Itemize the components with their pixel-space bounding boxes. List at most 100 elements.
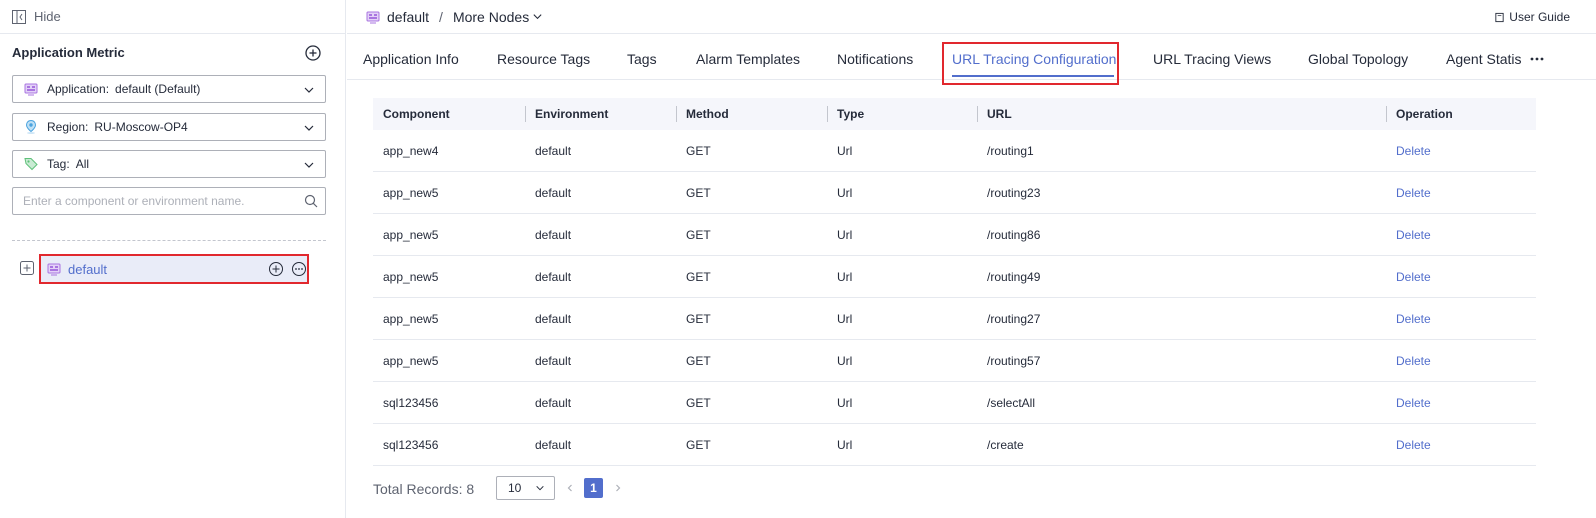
tab-application-info[interactable]: Application Info <box>363 51 459 67</box>
chevron-right-icon[interactable] <box>613 483 623 493</box>
region-select-key: Region: <box>47 120 89 134</box>
hide-label: Hide <box>34 9 61 24</box>
cell-environment: default <box>535 311 572 326</box>
expand-plus-icon[interactable] <box>20 261 34 275</box>
delete-button[interactable]: Delete <box>1396 214 1431 255</box>
cell-environment: default <box>535 185 572 200</box>
cell-url: /routing1 <box>987 143 1034 158</box>
header-component: Component <box>383 107 450 121</box>
region-select[interactable]: Region: RU-Moscow-OP4 <box>12 113 326 141</box>
sidebar-title: Application Metric <box>12 45 125 60</box>
cell-type: Url <box>837 269 853 284</box>
user-guide-label: User Guide <box>1509 10 1570 24</box>
cell-component: app_new5 <box>383 311 439 326</box>
cell-url: /routing49 <box>987 269 1041 284</box>
tab-agent-statistics[interactable]: Agent Statis <box>1446 51 1522 67</box>
tree-node-default[interactable]: default <box>39 254 309 284</box>
total-records: Total Records: 8 <box>373 481 475 497</box>
chevron-down-icon <box>304 125 314 131</box>
tab-alarm-templates[interactable]: Alarm Templates <box>696 51 800 67</box>
tab-url-tracing-views[interactable]: URL Tracing Views <box>1153 51 1271 67</box>
hide-sidebar-button[interactable]: Hide <box>0 0 346 34</box>
region-select-value: RU-Moscow-OP4 <box>94 120 188 134</box>
cell-method: GET <box>686 353 711 368</box>
more-circle-icon[interactable] <box>291 261 307 277</box>
tag-select-key: Tag: <box>47 157 70 171</box>
application-select-value: default (Default) <box>115 82 201 96</box>
more-horizontal-icon[interactable] <box>1529 55 1545 63</box>
application-icon <box>47 263 61 276</box>
sidebar: Hide Application Metric Application: defa… <box>0 0 346 518</box>
page-size-select[interactable]: 10 <box>496 476 555 500</box>
cell-environment: default <box>535 269 572 284</box>
delete-button[interactable]: Delete <box>1396 130 1431 171</box>
cell-url: /selectAll <box>987 395 1036 410</box>
cell-url: /routing27 <box>987 311 1041 326</box>
cell-url: /routing86 <box>987 227 1041 242</box>
chevron-down-icon <box>536 485 544 491</box>
cell-method: GET <box>686 395 711 410</box>
table-row: app_new5 default GET Url /routing57 Dele… <box>373 340 1536 382</box>
breadcrumb-current: More Nodes <box>452 8 530 25</box>
cell-method: GET <box>686 227 711 242</box>
cell-url: /routing57 <box>987 353 1041 368</box>
tab-resource-tags[interactable]: Resource Tags <box>497 51 590 67</box>
page-size-value: 10 <box>508 481 522 495</box>
table-row: app_new5 default GET Url /routing49 Dele… <box>373 256 1536 298</box>
application-select[interactable]: Application: default (Default) <box>12 75 326 103</box>
breadcrumb-current-dropdown[interactable]: More Nodes <box>453 9 543 25</box>
delete-button[interactable]: Delete <box>1396 340 1431 381</box>
cell-environment: default <box>535 227 572 242</box>
cell-method: GET <box>686 185 711 200</box>
book-icon <box>1495 12 1504 22</box>
tab-global-topology[interactable]: Global Topology <box>1308 51 1408 67</box>
cell-environment: default <box>535 395 572 410</box>
breadcrumb-separator: / <box>439 8 443 25</box>
header-environment: Environment <box>524 98 608 130</box>
chevron-down-icon <box>304 162 314 168</box>
cell-type: Url <box>837 143 853 158</box>
application-select-key: Application: <box>47 82 110 96</box>
user-guide-link[interactable]: User Guide <box>1494 10 1570 24</box>
delete-button[interactable]: Delete <box>1396 172 1431 213</box>
plus-circle-icon[interactable] <box>268 261 284 277</box>
cell-type: Url <box>837 395 853 410</box>
tree-node-label: default <box>68 261 108 277</box>
tag-icon <box>24 158 38 171</box>
header-operation: Operation <box>1386 98 1453 130</box>
delete-button[interactable]: Delete <box>1396 382 1431 423</box>
delete-button[interactable]: Delete <box>1396 256 1431 297</box>
cell-component: app_new4 <box>383 143 439 158</box>
search-icon[interactable] <box>304 194 318 208</box>
delete-button[interactable]: Delete <box>1396 298 1431 339</box>
tab-tags[interactable]: Tags <box>627 51 657 67</box>
tag-select-value: All <box>75 157 90 171</box>
header-url: URL <box>977 98 1012 130</box>
application-icon <box>366 11 380 23</box>
tab-clip: Agent Statis <box>1438 51 1524 71</box>
header-type: Type <box>826 98 864 130</box>
cell-method: GET <box>686 437 711 452</box>
chevron-left-icon[interactable] <box>565 483 575 493</box>
cell-method: GET <box>686 269 711 284</box>
pagination: Total Records: 8 10 1 <box>373 476 621 502</box>
tag-select[interactable]: Tag: All <box>12 150 326 178</box>
component-search-input[interactable] <box>13 188 293 214</box>
breadcrumb: default / More Nodes <box>347 0 1596 34</box>
tab-notifications[interactable]: Notifications <box>837 51 913 67</box>
table-row: app_new5 default GET Url /routing86 Dele… <box>373 214 1536 256</box>
cell-environment: default <box>535 143 572 158</box>
breadcrumb-root[interactable]: default <box>387 9 429 25</box>
plus-circle-icon[interactable] <box>304 44 322 62</box>
table-row: app_new5 default GET Url /routing23 Dele… <box>373 172 1536 214</box>
cell-type: Url <box>837 227 853 242</box>
cell-component: app_new5 <box>383 185 439 200</box>
chevron-down-icon <box>304 87 314 93</box>
location-pin-icon <box>25 119 37 134</box>
cell-environment: default <box>535 353 572 368</box>
tab-url-tracing-configuration[interactable]: URL Tracing Configuration <box>952 51 1116 67</box>
delete-button[interactable]: Delete <box>1396 424 1431 465</box>
cell-component: app_new5 <box>383 269 439 284</box>
page-number-current[interactable]: 1 <box>584 478 603 498</box>
panel-collapse-icon <box>12 9 26 24</box>
